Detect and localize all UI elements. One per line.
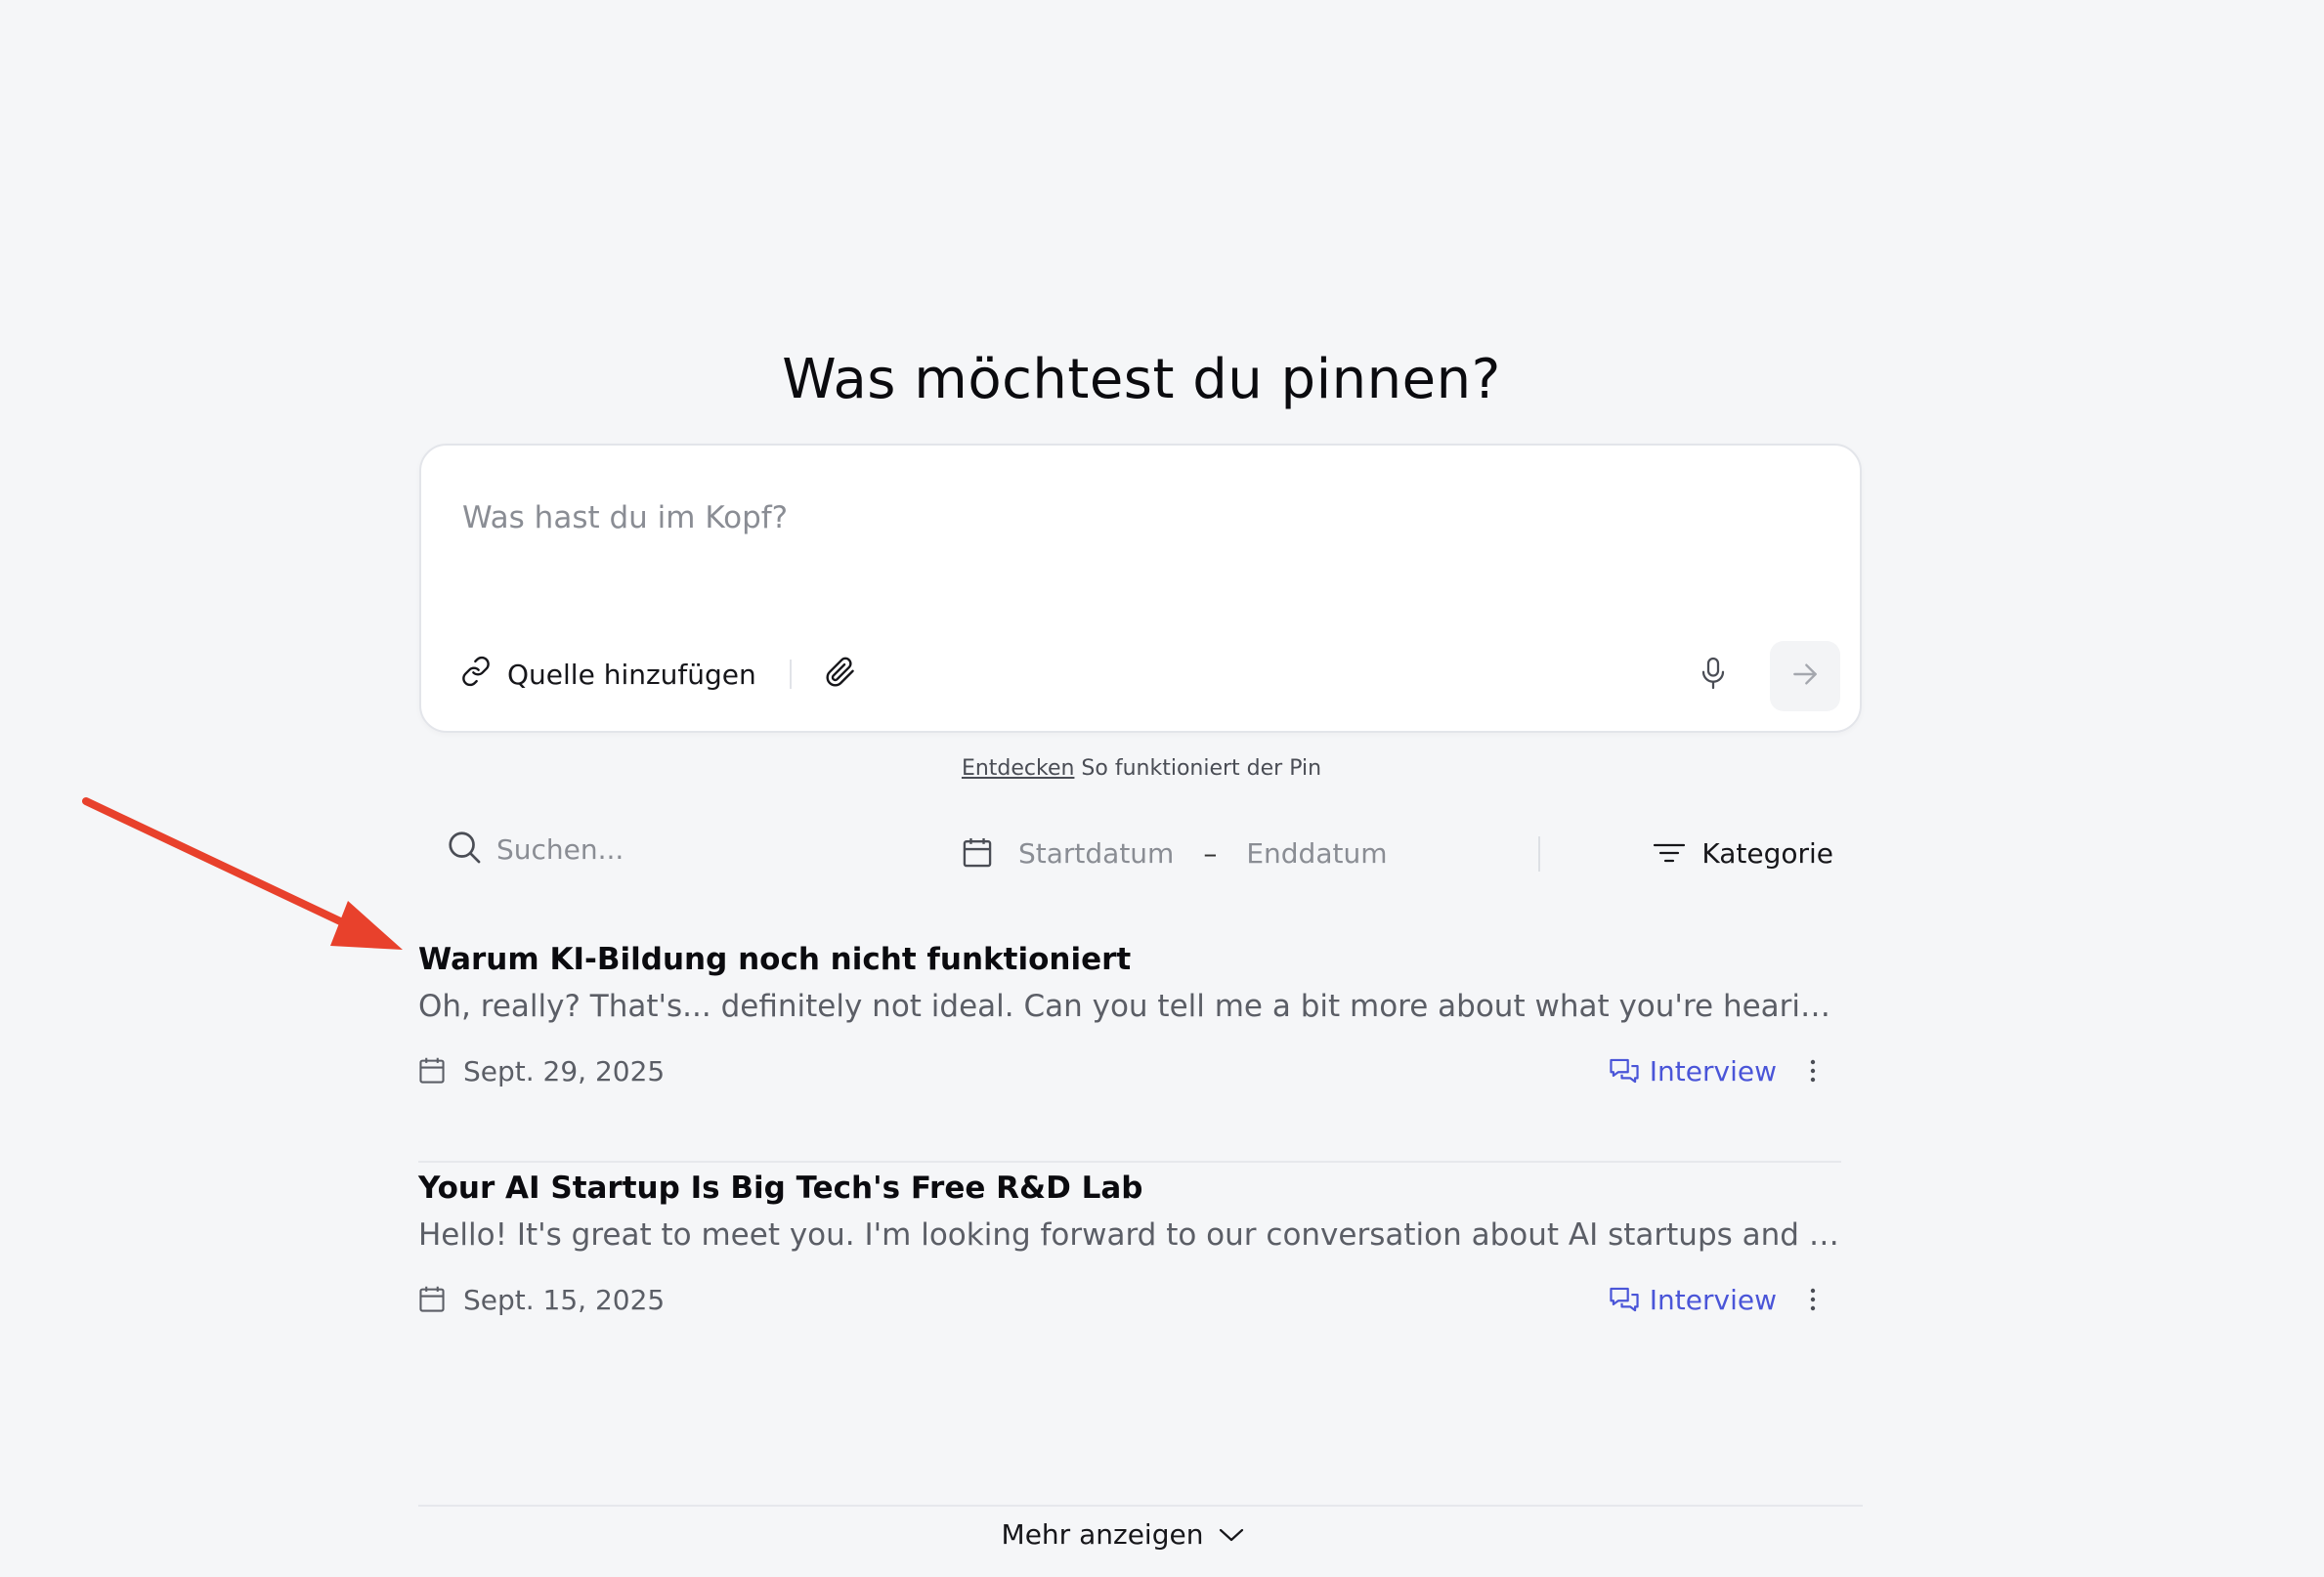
search-input[interactable] [495, 831, 909, 867]
pin-list: Warum KI-Bildung noch nicht funktioniert… [418, 934, 1841, 1370]
item-date: Sept. 15, 2025 [418, 1278, 665, 1321]
item-type-badge[interactable]: Interview [1609, 1049, 1777, 1092]
annotation-arrow [82, 797, 403, 950]
paperclip-icon [825, 657, 856, 692]
item-meta: Sept. 15, 2025 Interview [418, 1278, 1841, 1321]
show-more-label: Mehr anzeigen [1001, 1518, 1204, 1551]
item-date: Sept. 29, 2025 [418, 1049, 665, 1092]
chevron-down-icon [1217, 1525, 1246, 1545]
list-divider [418, 1505, 1863, 1507]
add-source-label: Quelle hinzufügen [507, 658, 756, 691]
filter-divider [1538, 836, 1540, 872]
show-more-button[interactable]: Mehr anzeigen [0, 1518, 2248, 1551]
end-date-field[interactable]: Enddatum [1246, 837, 1387, 870]
more-options-button[interactable] [1796, 1051, 1829, 1090]
microphone-button[interactable] [1692, 652, 1735, 699]
add-source-button[interactable]: Quelle hinzufügen [460, 656, 756, 694]
how-it-works-hint: Entdecken So funktioniert der Pin [0, 756, 2283, 781]
composer-toolbar: Quelle hinzufügen [460, 643, 856, 705]
item-type-label: Interview [1649, 1283, 1777, 1316]
chat-bubbles-icon [1609, 1285, 1640, 1314]
attach-button[interactable] [825, 657, 856, 692]
list-item[interactable]: Warum KI-Bildung noch nicht funktioniert… [418, 934, 1841, 1163]
send-button[interactable] [1770, 641, 1840, 711]
composer-input[interactable] [462, 500, 1811, 535]
date-separator: – [1203, 836, 1218, 870]
link-icon [460, 656, 492, 694]
start-date-field[interactable]: Startdatum [1018, 837, 1174, 870]
more-options-button[interactable] [1796, 1280, 1829, 1319]
composer-card: Quelle hinzufügen [419, 444, 1862, 733]
item-excerpt: Oh, really? That's... definitely not ide… [418, 989, 1841, 1024]
hint-text: So funktioniert der Pin [1074, 756, 1322, 781]
filter-icon [1653, 841, 1686, 865]
discover-link[interactable]: Entdecken [962, 756, 1075, 781]
search-field [446, 829, 909, 870]
item-title[interactable]: Your AI Startup Is Big Tech's Free R&D L… [418, 1171, 1142, 1206]
toolbar-divider [789, 660, 792, 689]
kebab-menu-icon [1809, 1287, 1817, 1312]
item-type-badge[interactable]: Interview [1609, 1278, 1777, 1321]
list-item[interactable]: Your AI Startup Is Big Tech's Free R&D L… [418, 1163, 1841, 1370]
category-label: Kategorie [1701, 836, 1833, 870]
item-date-text: Sept. 15, 2025 [463, 1283, 666, 1316]
search-icon [446, 829, 483, 870]
chat-bubbles-icon [1609, 1056, 1640, 1086]
item-date-text: Sept. 29, 2025 [463, 1054, 666, 1087]
arrow-right-icon [1789, 659, 1821, 694]
category-filter-button[interactable]: Kategorie [1653, 829, 1833, 877]
kebab-menu-icon [1809, 1058, 1817, 1084]
calendar-icon [418, 1285, 446, 1314]
item-type-label: Interview [1649, 1054, 1777, 1087]
filter-bar: Startdatum – Enddatum Kategorie [446, 829, 1833, 877]
item-title[interactable]: Warum KI-Bildung noch nicht funktioniert [418, 942, 1131, 977]
date-range: Startdatum – Enddatum [962, 829, 1388, 877]
calendar-icon [962, 836, 993, 870]
microphone-icon [1699, 656, 1728, 695]
calendar-icon [418, 1056, 446, 1086]
item-excerpt: Hello! It's great to meet you. I'm looki… [418, 1217, 1841, 1253]
page-title: Was möchtest du pinnen? [782, 347, 1501, 411]
item-meta: Sept. 29, 2025 Interview [418, 1049, 1841, 1092]
